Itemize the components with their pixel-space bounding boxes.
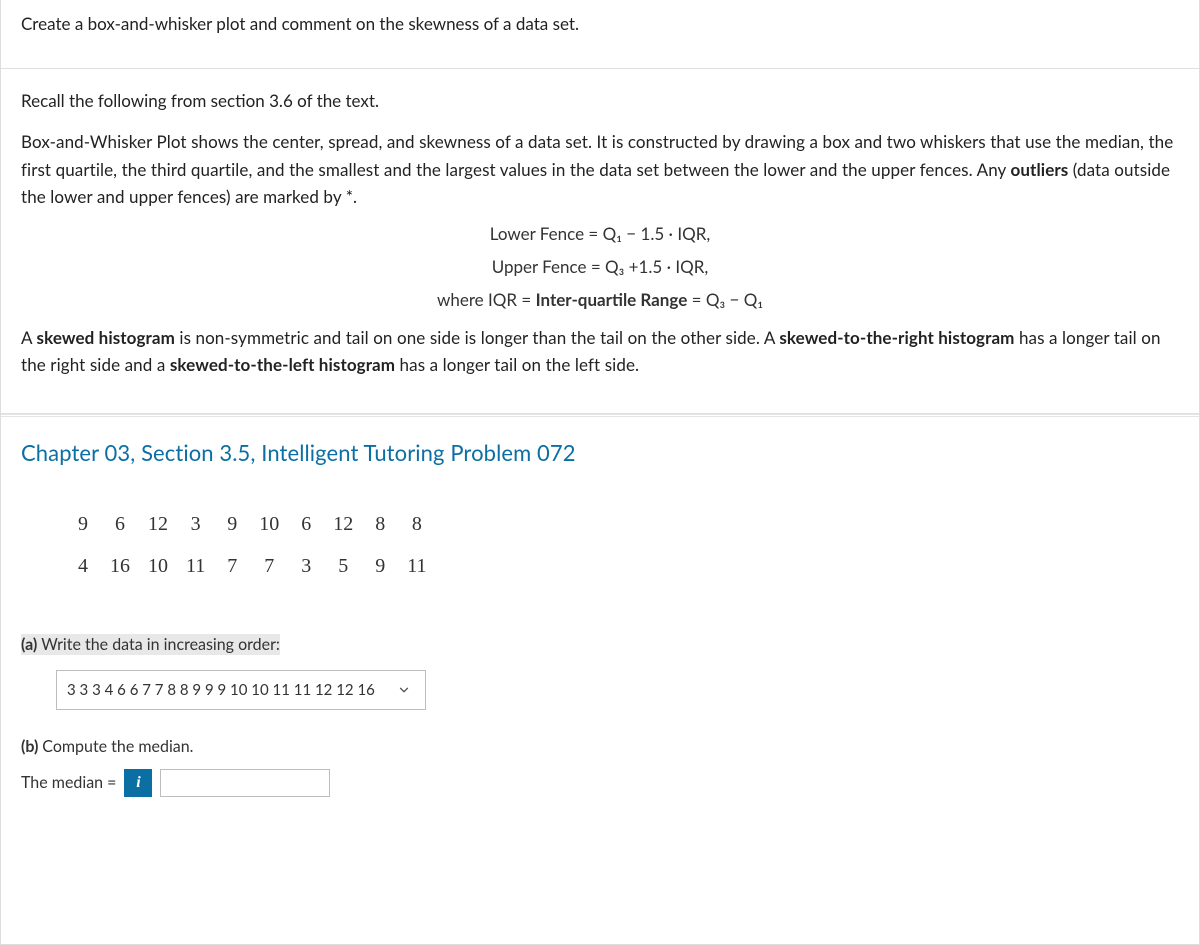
iqr-pre: where IQR = [437,289,536,310]
chevron-down-icon [397,683,411,697]
p2-pre: A [21,327,37,348]
data-cell: 12 [148,508,168,540]
p1-pre: Box-and-Whisker Plot shows the center, s… [21,131,1173,179]
p2-b1: skewed histogram [37,327,175,348]
data-cell: 6 [297,508,315,540]
data-cell: 3 [297,550,315,582]
iqr-formula: where IQR = Inter-quartile Range = Q₃ − … [21,286,1179,313]
data-cell: 7 [223,550,241,582]
prompt-heading: Create a box-and-whisker plot and commen… [21,10,1179,37]
data-table: 9 6 12 3 9 10 6 12 8 8 4 16 10 11 7 7 3 … [56,498,445,592]
data-cell: 4 [74,550,92,582]
part-a-label: (a) Write the data in increasing order: [21,632,1179,658]
lower-fence-formula: Lower Fence = Q₁ − 1.5 · IQR, [21,220,1179,247]
problem-section: Chapter 03, Section 3.5, Intelligent Tut… [1,417,1199,822]
formula-block: Lower Fence = Q₁ − 1.5 · IQR, Upper Fenc… [21,220,1179,314]
part-b-label: (b) Compute the median. [21,734,1179,760]
data-cell: 5 [333,550,353,582]
iqr-post: = Q₃ − Q₁ [687,289,763,310]
data-cell: 11 [186,550,205,582]
median-input[interactable] [160,769,330,797]
data-cell: 16 [110,550,130,582]
sorted-data-select[interactable]: 3 3 3 4 6 6 7 7 8 8 9 9 9 10 10 11 11 12… [56,670,426,710]
data-cell: 3 [186,508,205,540]
p2-post: has a longer tail on the left side. [395,354,639,375]
info-button[interactable]: i [124,769,152,797]
boxplot-definition: Box-and-Whisker Plot shows the center, s… [21,128,1179,210]
data-cell: 10 [148,550,168,582]
sorted-data-select-wrap: 3 3 3 4 6 6 7 7 8 8 9 9 9 10 10 11 11 12… [56,670,426,710]
data-cell: 6 [110,508,130,540]
skewness-definition: A skewed histogram is non-symmetric and … [21,324,1179,378]
data-cell: 9 [371,550,389,582]
data-cell: 12 [333,508,353,540]
iqr-bold: Inter-quartile Range [536,289,688,310]
data-row-1: 9 6 12 3 9 10 6 12 8 8 [74,508,427,540]
data-row-2: 4 16 10 11 7 7 3 5 9 11 [74,550,427,582]
data-cell: 9 [223,508,241,540]
data-cell: 9 [74,508,92,540]
upper-fence-formula: Upper Fence = Q₃ +1.5 · IQR, [21,253,1179,280]
median-label: The median = [21,770,116,796]
part-b-bold: (b) [21,737,42,756]
data-cell: 11 [407,550,426,582]
recall-line: Recall the following from section 3.6 of… [21,87,1179,114]
data-cell: 8 [371,508,389,540]
sorted-data-selected-value: 3 3 3 4 6 6 7 7 8 8 9 9 9 10 10 11 11 12… [67,681,375,699]
intro-section: Create a box-and-whisker plot and commen… [1,0,1199,69]
part-a-text: Write the data in increasing order: [41,635,280,654]
p2-mid1: is non-symmetric and tail on one side is… [175,327,779,348]
p2-b3: skewed-to-the-left histogram [170,354,395,375]
p1-bold: outliers [1010,159,1068,180]
median-row: The median = i [21,769,1179,797]
part-b-text: Compute the median. [42,737,193,756]
data-cell: 10 [259,508,279,540]
chapter-title: Chapter 03, Section 3.5, Intelligent Tut… [21,435,1179,470]
part-a-bold: (a) [21,635,41,654]
page-container: Create a box-and-whisker plot and commen… [0,0,1200,945]
data-cell: 8 [407,508,426,540]
p2-b2: skewed-to-the-right histogram [779,327,1014,348]
data-cell: 7 [259,550,279,582]
recall-section: Recall the following from section 3.6 of… [1,69,1199,414]
